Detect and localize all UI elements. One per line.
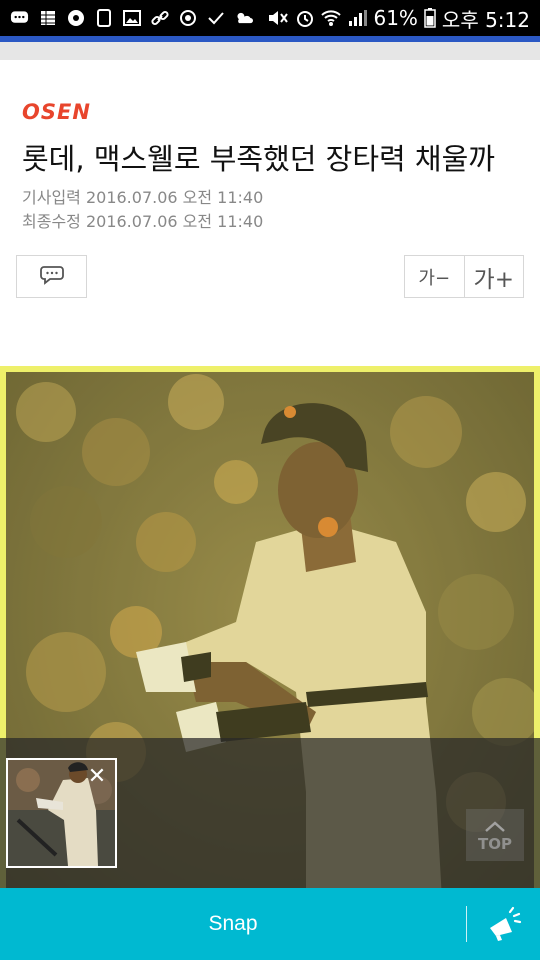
battery-percent: 61%: [373, 6, 418, 30]
published-date: 기사입력 2016.07.06 오전 11:40: [22, 188, 264, 207]
battery-icon: [424, 8, 436, 28]
status-bar: 61% 오후 5:12: [0, 0, 540, 36]
chat-icon: [10, 9, 29, 28]
font-decrease-button[interactable]: 가−: [405, 256, 464, 297]
alarm-icon: [295, 8, 315, 28]
header-strip: [0, 42, 540, 60]
megaphone-icon[interactable]: [486, 906, 522, 942]
font-increase-button[interactable]: 가+: [463, 256, 524, 297]
tablet-icon: [94, 9, 113, 28]
mute-icon: [267, 9, 289, 27]
notification-icons: [0, 9, 253, 28]
scroll-top-button[interactable]: TOP: [466, 809, 524, 861]
system-status: 61% 오후 5:12: [267, 4, 540, 33]
check-icon: [206, 9, 225, 28]
modified-date: 최종수정 2016.07.06 오전 11:40: [22, 212, 264, 231]
wifi-icon: [321, 9, 342, 27]
snap-bar: Snap: [0, 888, 540, 960]
scroll-top-label: TOP: [478, 834, 512, 853]
snap-divider: [466, 906, 467, 942]
link-icon: [150, 9, 169, 28]
screen: 61% 오후 5:12 OSEN 롯데, 맥스웰로 부족했던 장타력 채울까 기…: [0, 0, 540, 960]
comment-button[interactable]: [16, 255, 87, 298]
comment-icon: [39, 265, 64, 289]
source-logo[interactable]: OSEN: [22, 100, 91, 124]
spreadsheet-icon: [38, 9, 57, 28]
weather-icon: [234, 9, 253, 28]
close-icon[interactable]: ✕: [85, 766, 109, 790]
snap-button[interactable]: Snap: [0, 912, 466, 936]
article-title: 롯데, 맥스웰로 부족했던 장타력 채울까: [22, 142, 495, 176]
clock: 오후 5:12: [441, 7, 530, 32]
settings-icon: [66, 9, 85, 28]
sync-icon: [178, 9, 197, 28]
image-icon: [122, 9, 141, 28]
font-size-control: 가− 가+: [404, 255, 524, 298]
snap-thumbnail[interactable]: ✕: [6, 758, 117, 868]
signal-icon: [347, 9, 368, 27]
